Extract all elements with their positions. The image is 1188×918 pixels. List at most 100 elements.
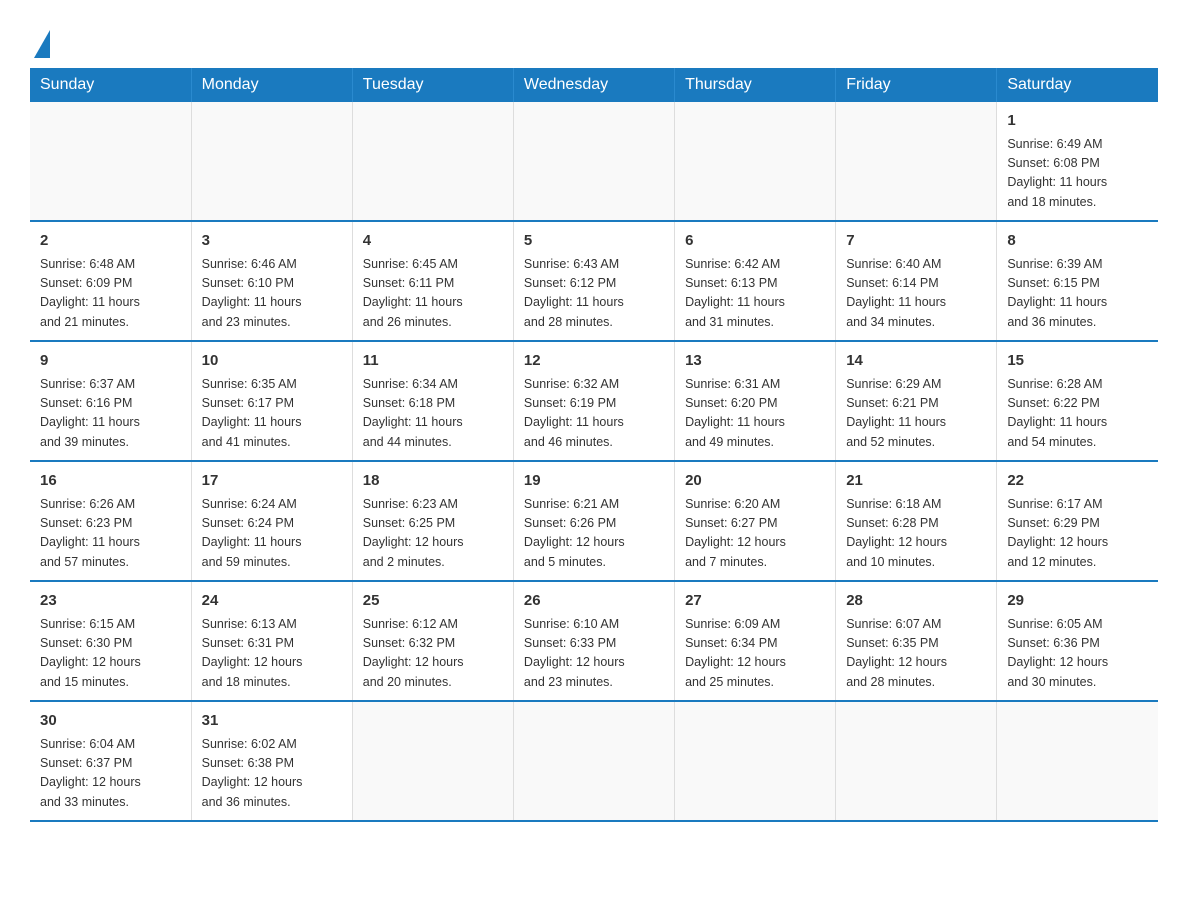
day-number: 20: [685, 470, 825, 493]
weekday-header-sunday: Sunday: [30, 68, 191, 102]
calendar-cell: [513, 701, 674, 821]
weekday-header-tuesday: Tuesday: [352, 68, 513, 102]
calendar-week-row: 2Sunrise: 6:48 AMSunset: 6:09 PMDaylight…: [30, 221, 1158, 341]
calendar-cell: [675, 102, 836, 221]
day-number: 28: [846, 590, 986, 613]
day-number: 3: [202, 230, 342, 253]
day-number: 1: [1007, 110, 1148, 133]
day-info: Sunrise: 6:20 AMSunset: 6:27 PMDaylight:…: [685, 495, 825, 573]
day-info: Sunrise: 6:26 AMSunset: 6:23 PMDaylight:…: [40, 495, 181, 573]
day-number: 30: [40, 710, 181, 733]
day-number: 11: [363, 350, 503, 373]
day-info: Sunrise: 6:34 AMSunset: 6:18 PMDaylight:…: [363, 375, 503, 453]
calendar-cell: 25Sunrise: 6:12 AMSunset: 6:32 PMDayligh…: [352, 581, 513, 701]
calendar-cell: 9Sunrise: 6:37 AMSunset: 6:16 PMDaylight…: [30, 341, 191, 461]
day-info: Sunrise: 6:18 AMSunset: 6:28 PMDaylight:…: [846, 495, 986, 573]
calendar-cell: 31Sunrise: 6:02 AMSunset: 6:38 PMDayligh…: [191, 701, 352, 821]
day-number: 22: [1007, 470, 1148, 493]
calendar-cell: 15Sunrise: 6:28 AMSunset: 6:22 PMDayligh…: [997, 341, 1158, 461]
day-number: 25: [363, 590, 503, 613]
calendar-body: 1Sunrise: 6:49 AMSunset: 6:08 PMDaylight…: [30, 102, 1158, 821]
calendar-cell: 2Sunrise: 6:48 AMSunset: 6:09 PMDaylight…: [30, 221, 191, 341]
calendar-cell: 17Sunrise: 6:24 AMSunset: 6:24 PMDayligh…: [191, 461, 352, 581]
page-header: [30, 20, 1158, 58]
day-info: Sunrise: 6:35 AMSunset: 6:17 PMDaylight:…: [202, 375, 342, 453]
calendar-cell: [513, 102, 674, 221]
calendar-cell: 22Sunrise: 6:17 AMSunset: 6:29 PMDayligh…: [997, 461, 1158, 581]
calendar-cell: 4Sunrise: 6:45 AMSunset: 6:11 PMDaylight…: [352, 221, 513, 341]
day-info: Sunrise: 6:15 AMSunset: 6:30 PMDaylight:…: [40, 615, 181, 693]
day-number: 16: [40, 470, 181, 493]
day-info: Sunrise: 6:37 AMSunset: 6:16 PMDaylight:…: [40, 375, 181, 453]
day-info: Sunrise: 6:04 AMSunset: 6:37 PMDaylight:…: [40, 735, 181, 813]
calendar-cell: [836, 102, 997, 221]
calendar-cell: 12Sunrise: 6:32 AMSunset: 6:19 PMDayligh…: [513, 341, 674, 461]
calendar-cell: 8Sunrise: 6:39 AMSunset: 6:15 PMDaylight…: [997, 221, 1158, 341]
calendar-cell: [352, 102, 513, 221]
calendar-cell: 27Sunrise: 6:09 AMSunset: 6:34 PMDayligh…: [675, 581, 836, 701]
day-info: Sunrise: 6:07 AMSunset: 6:35 PMDaylight:…: [846, 615, 986, 693]
day-number: 17: [202, 470, 342, 493]
calendar-cell: [836, 701, 997, 821]
calendar-cell: 11Sunrise: 6:34 AMSunset: 6:18 PMDayligh…: [352, 341, 513, 461]
day-info: Sunrise: 6:21 AMSunset: 6:26 PMDaylight:…: [524, 495, 664, 573]
calendar-cell: 26Sunrise: 6:10 AMSunset: 6:33 PMDayligh…: [513, 581, 674, 701]
calendar-cell: 20Sunrise: 6:20 AMSunset: 6:27 PMDayligh…: [675, 461, 836, 581]
day-info: Sunrise: 6:17 AMSunset: 6:29 PMDaylight:…: [1007, 495, 1148, 573]
calendar-cell: 1Sunrise: 6:49 AMSunset: 6:08 PMDaylight…: [997, 102, 1158, 221]
day-number: 9: [40, 350, 181, 373]
logo-triangle-icon: [34, 30, 50, 58]
calendar-cell: 18Sunrise: 6:23 AMSunset: 6:25 PMDayligh…: [352, 461, 513, 581]
day-number: 13: [685, 350, 825, 373]
calendar-cell: [352, 701, 513, 821]
calendar-cell: 6Sunrise: 6:42 AMSunset: 6:13 PMDaylight…: [675, 221, 836, 341]
weekday-header-saturday: Saturday: [997, 68, 1158, 102]
weekday-header-friday: Friday: [836, 68, 997, 102]
calendar-cell: 21Sunrise: 6:18 AMSunset: 6:28 PMDayligh…: [836, 461, 997, 581]
calendar-week-row: 16Sunrise: 6:26 AMSunset: 6:23 PMDayligh…: [30, 461, 1158, 581]
day-info: Sunrise: 6:39 AMSunset: 6:15 PMDaylight:…: [1007, 255, 1148, 333]
day-number: 10: [202, 350, 342, 373]
day-number: 29: [1007, 590, 1148, 613]
calendar-week-row: 1Sunrise: 6:49 AMSunset: 6:08 PMDaylight…: [30, 102, 1158, 221]
calendar-cell: 29Sunrise: 6:05 AMSunset: 6:36 PMDayligh…: [997, 581, 1158, 701]
day-info: Sunrise: 6:45 AMSunset: 6:11 PMDaylight:…: [363, 255, 503, 333]
day-number: 5: [524, 230, 664, 253]
day-number: 2: [40, 230, 181, 253]
day-info: Sunrise: 6:28 AMSunset: 6:22 PMDaylight:…: [1007, 375, 1148, 453]
calendar-cell: 24Sunrise: 6:13 AMSunset: 6:31 PMDayligh…: [191, 581, 352, 701]
day-number: 27: [685, 590, 825, 613]
day-info: Sunrise: 6:13 AMSunset: 6:31 PMDaylight:…: [202, 615, 342, 693]
calendar-week-row: 23Sunrise: 6:15 AMSunset: 6:30 PMDayligh…: [30, 581, 1158, 701]
calendar-table: SundayMondayTuesdayWednesdayThursdayFrid…: [30, 68, 1158, 822]
day-info: Sunrise: 6:23 AMSunset: 6:25 PMDaylight:…: [363, 495, 503, 573]
day-number: 6: [685, 230, 825, 253]
day-number: 19: [524, 470, 664, 493]
calendar-cell: 23Sunrise: 6:15 AMSunset: 6:30 PMDayligh…: [30, 581, 191, 701]
day-info: Sunrise: 6:05 AMSunset: 6:36 PMDaylight:…: [1007, 615, 1148, 693]
calendar-week-row: 30Sunrise: 6:04 AMSunset: 6:37 PMDayligh…: [30, 701, 1158, 821]
day-number: 24: [202, 590, 342, 613]
day-info: Sunrise: 6:46 AMSunset: 6:10 PMDaylight:…: [202, 255, 342, 333]
weekday-header-thursday: Thursday: [675, 68, 836, 102]
calendar-cell: [191, 102, 352, 221]
calendar-cell: 3Sunrise: 6:46 AMSunset: 6:10 PMDaylight…: [191, 221, 352, 341]
day-number: 15: [1007, 350, 1148, 373]
day-number: 31: [202, 710, 342, 733]
calendar-cell: 19Sunrise: 6:21 AMSunset: 6:26 PMDayligh…: [513, 461, 674, 581]
day-number: 23: [40, 590, 181, 613]
calendar-cell: 13Sunrise: 6:31 AMSunset: 6:20 PMDayligh…: [675, 341, 836, 461]
weekday-header-monday: Monday: [191, 68, 352, 102]
day-info: Sunrise: 6:02 AMSunset: 6:38 PMDaylight:…: [202, 735, 342, 813]
calendar-cell: 28Sunrise: 6:07 AMSunset: 6:35 PMDayligh…: [836, 581, 997, 701]
day-number: 18: [363, 470, 503, 493]
calendar-cell: 30Sunrise: 6:04 AMSunset: 6:37 PMDayligh…: [30, 701, 191, 821]
calendar-week-row: 9Sunrise: 6:37 AMSunset: 6:16 PMDaylight…: [30, 341, 1158, 461]
calendar-header: SundayMondayTuesdayWednesdayThursdayFrid…: [30, 68, 1158, 102]
day-info: Sunrise: 6:48 AMSunset: 6:09 PMDaylight:…: [40, 255, 181, 333]
weekday-header-row: SundayMondayTuesdayWednesdayThursdayFrid…: [30, 68, 1158, 102]
day-number: 7: [846, 230, 986, 253]
day-info: Sunrise: 6:31 AMSunset: 6:20 PMDaylight:…: [685, 375, 825, 453]
day-info: Sunrise: 6:10 AMSunset: 6:33 PMDaylight:…: [524, 615, 664, 693]
day-number: 14: [846, 350, 986, 373]
